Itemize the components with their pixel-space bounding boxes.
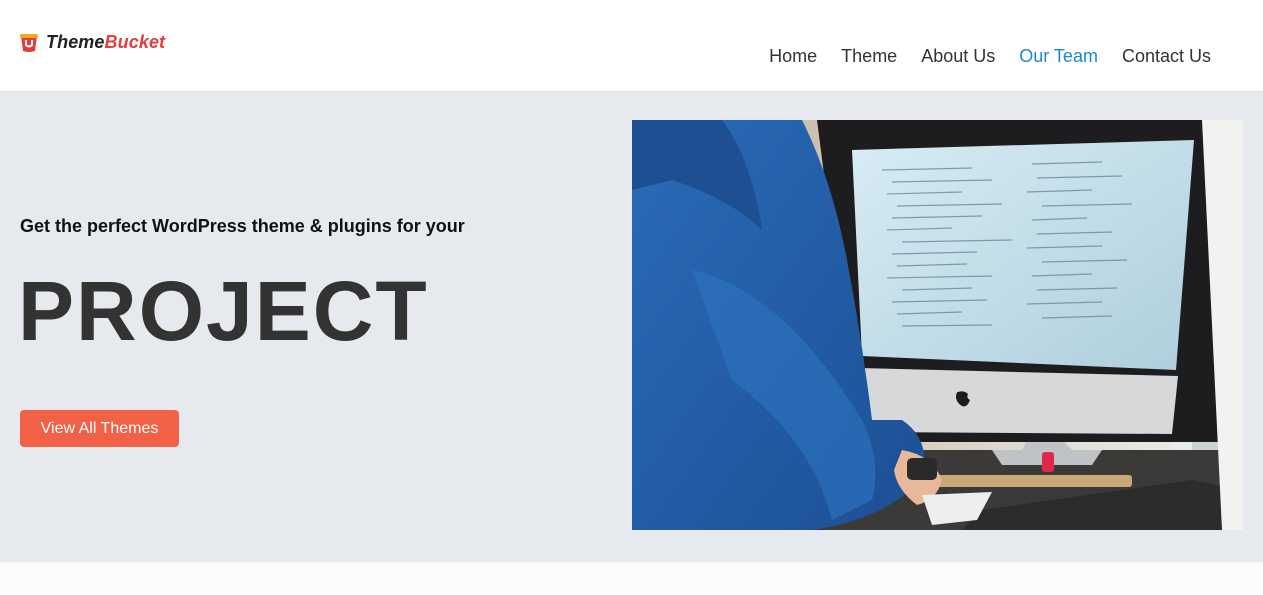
developer-at-computer-illustration — [632, 120, 1243, 530]
nav-item-about-us[interactable]: About Us — [909, 44, 1007, 68]
hero-tagline: Get the perfect WordPress theme & plugin… — [20, 216, 465, 236]
view-all-themes-button[interactable]: View All Themes — [20, 410, 179, 447]
site-header: ThemeBucket Home Theme About Us Our Team… — [0, 0, 1263, 92]
nav-item-our-team[interactable]: Our Team — [1007, 44, 1110, 68]
nav-item-contact-us[interactable]: Contact Us — [1110, 44, 1223, 68]
bucket-logo-icon — [20, 34, 38, 52]
next-section — [0, 562, 1263, 595]
hero-headline: PROJECT — [18, 264, 429, 358]
nav-item-theme[interactable]: Theme — [829, 44, 909, 68]
hero-section: Get the perfect WordPress theme & plugin… — [0, 92, 1263, 562]
brand-name-part1: Theme — [46, 32, 105, 52]
nav-item-home[interactable]: Home — [757, 44, 829, 68]
brand-name: ThemeBucket — [46, 32, 165, 53]
main-nav: Home Theme About Us Our Team Contact Us — [757, 44, 1223, 68]
hero-photo — [632, 120, 1243, 530]
site-logo[interactable]: ThemeBucket — [20, 32, 165, 53]
brand-name-part2: Bucket — [104, 32, 166, 52]
